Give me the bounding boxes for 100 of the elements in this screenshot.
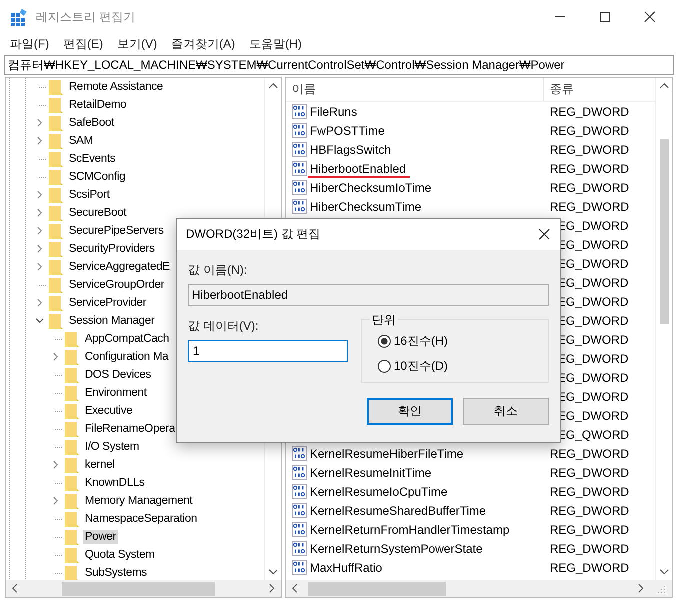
value-name[interactable]: HiberbootEnabled: [310, 162, 406, 176]
resize-grip-icon[interactable]: [656, 584, 666, 594]
menu-item[interactable]: 도움말(H): [249, 36, 302, 52]
binary-value-icon: [292, 484, 307, 499]
expand-chevron-icon[interactable]: [36, 119, 44, 127]
tree-item[interactable]: SecureBoot: [67, 206, 129, 220]
binary-value-icon: [292, 446, 307, 461]
value-name[interactable]: KernelReturnFromHandlerTimestamp: [310, 522, 510, 536]
maximize-icon[interactable]: [599, 11, 611, 23]
tree-item[interactable]: SecurePipeServers: [67, 224, 166, 238]
folder-icon: [49, 152, 63, 166]
close-icon[interactable]: [539, 229, 550, 240]
value-name[interactable]: FileRuns: [310, 104, 358, 118]
expand-chevron-icon[interactable]: [52, 353, 60, 361]
value-name[interactable]: HBFlagsSwitch: [310, 142, 392, 156]
value-type: REG_DWORD: [549, 142, 630, 156]
scroll-right-icon[interactable]: [269, 584, 275, 593]
radio-button[interactable]: 10진수(D): [378, 358, 548, 375]
dialog-button[interactable]: 취소: [463, 398, 549, 425]
tree-item[interactable]: SafeBoot: [67, 116, 116, 130]
value-name[interactable]: KernelResumeInitTime: [310, 466, 432, 480]
tree-item[interactable]: SCMConfig: [67, 170, 128, 184]
tree-item[interactable]: Environment: [83, 386, 149, 400]
value-data-field[interactable]: 1: [188, 340, 348, 362]
menu-item[interactable]: 편집(E): [63, 36, 104, 52]
tree-item[interactable]: SAM: [67, 134, 96, 148]
folder-icon: [65, 350, 79, 364]
value-name[interactable]: KernelResumeSharedBufferTime: [310, 504, 486, 518]
tree-item[interactable]: Executive: [83, 404, 135, 418]
radio-button[interactable]: 16진수(H): [378, 333, 548, 350]
collapse-chevron-icon[interactable]: [36, 317, 44, 325]
vertical-scrollbar[interactable]: [655, 78, 672, 580]
tree-item[interactable]: I/O System: [83, 440, 142, 454]
scroll-up-icon[interactable]: [268, 83, 278, 89]
value-name[interactable]: HiberChecksumIoTime: [310, 180, 432, 194]
tree-item[interactable]: FileRenameOpera: [83, 422, 178, 436]
tree-item[interactable]: Configuration Ma: [83, 350, 171, 364]
value-name[interactable]: HiberChecksumTime: [310, 200, 422, 214]
tree-item[interactable]: SubSystems: [83, 566, 150, 580]
folder-icon: [49, 98, 63, 112]
expand-chevron-icon[interactable]: [36, 209, 44, 217]
folder-icon: [65, 458, 79, 472]
scroll-up-icon[interactable]: [660, 83, 668, 89]
value-name[interactable]: KernelResumeIoCpuTime: [310, 484, 448, 498]
value-type: REG_DWORD: [549, 162, 630, 176]
scroll-thumb[interactable]: [660, 139, 668, 324]
menu-item[interactable]: 보기(V): [117, 36, 158, 52]
scroll-left-icon[interactable]: [12, 584, 18, 593]
tree-item[interactable]: Power: [83, 530, 118, 544]
tree-item[interactable]: ServiceProvider: [67, 296, 148, 310]
value-name-field[interactable]: HiberbootEnabled: [188, 284, 549, 306]
expand-chevron-icon[interactable]: [36, 227, 44, 235]
value-type: REG_DWORD: [549, 560, 630, 574]
address-bar[interactable]: 컴퓨터₩HKEY_LOCAL_MACHINE₩SYSTEM₩CurrentControlSet₩Control₩Session Manager₩Power: [4, 55, 674, 75]
folder-icon: [49, 260, 63, 274]
column-header[interactable]: 종류: [544, 81, 574, 98]
tree-item[interactable]: Session Manager: [67, 314, 157, 328]
folder-icon: [49, 134, 63, 148]
expand-chevron-icon[interactable]: [36, 191, 44, 199]
value-name[interactable]: KernelResumeHiberFileTime: [310, 446, 464, 460]
tree-item[interactable]: NamespaceSeparation: [83, 512, 200, 526]
value-name[interactable]: KernelReturnSystemPowerState: [310, 542, 483, 556]
menu-item[interactable]: 파일(F): [10, 36, 50, 52]
tree-item[interactable]: SecurityProviders: [67, 242, 157, 256]
scroll-thumb[interactable]: [308, 582, 446, 596]
expand-chevron-icon[interactable]: [36, 263, 44, 271]
value-name[interactable]: MaxHuffRatio: [310, 560, 382, 574]
scroll-thumb[interactable]: [62, 582, 215, 596]
menu-item[interactable]: 즐겨찾기(A): [171, 36, 236, 52]
expand-chevron-icon[interactable]: [36, 137, 44, 145]
tree-item[interactable]: AppCompatCach: [83, 332, 172, 346]
scroll-down-icon[interactable]: [660, 569, 668, 575]
tree-item[interactable]: Remote Assistance: [67, 80, 166, 94]
scroll-right-icon[interactable]: [638, 584, 644, 593]
folder-icon: [49, 188, 63, 202]
tree-item[interactable]: kernel: [83, 458, 117, 472]
horizontal-scrollbar[interactable]: [286, 580, 672, 597]
expand-chevron-icon[interactable]: [52, 461, 60, 469]
expand-chevron-icon[interactable]: [36, 299, 44, 307]
tree-item[interactable]: Memory Management: [83, 494, 195, 508]
horizontal-scrollbar[interactable]: [6, 580, 281, 597]
tree-item[interactable]: ScsiPort: [67, 188, 112, 202]
tree-item[interactable]: RetailDemo: [67, 98, 129, 112]
tree-item[interactable]: ServiceGroupOrder: [67, 278, 166, 292]
value-name[interactable]: FwPOSTTime: [310, 124, 385, 138]
tree-item[interactable]: DOS Devices: [83, 368, 154, 382]
tree-item[interactable]: KnownDLLs: [83, 476, 147, 490]
dialog-button[interactable]: 확인: [367, 398, 453, 425]
scroll-left-icon[interactable]: [292, 584, 298, 593]
tree-item[interactable]: Quota System: [83, 548, 157, 562]
expand-chevron-icon[interactable]: [36, 245, 44, 253]
scroll-down-icon[interactable]: [268, 569, 278, 575]
folder-icon: [49, 116, 63, 130]
binary-value-icon: [292, 541, 307, 556]
folder-icon: [49, 224, 63, 238]
column-header[interactable]: 이름: [286, 78, 544, 101]
tree-item[interactable]: ServiceAggregatedE: [67, 260, 172, 274]
expand-chevron-icon[interactable]: [52, 497, 60, 505]
close-icon[interactable]: [644, 11, 656, 23]
tree-item[interactable]: ScEvents: [67, 152, 118, 166]
